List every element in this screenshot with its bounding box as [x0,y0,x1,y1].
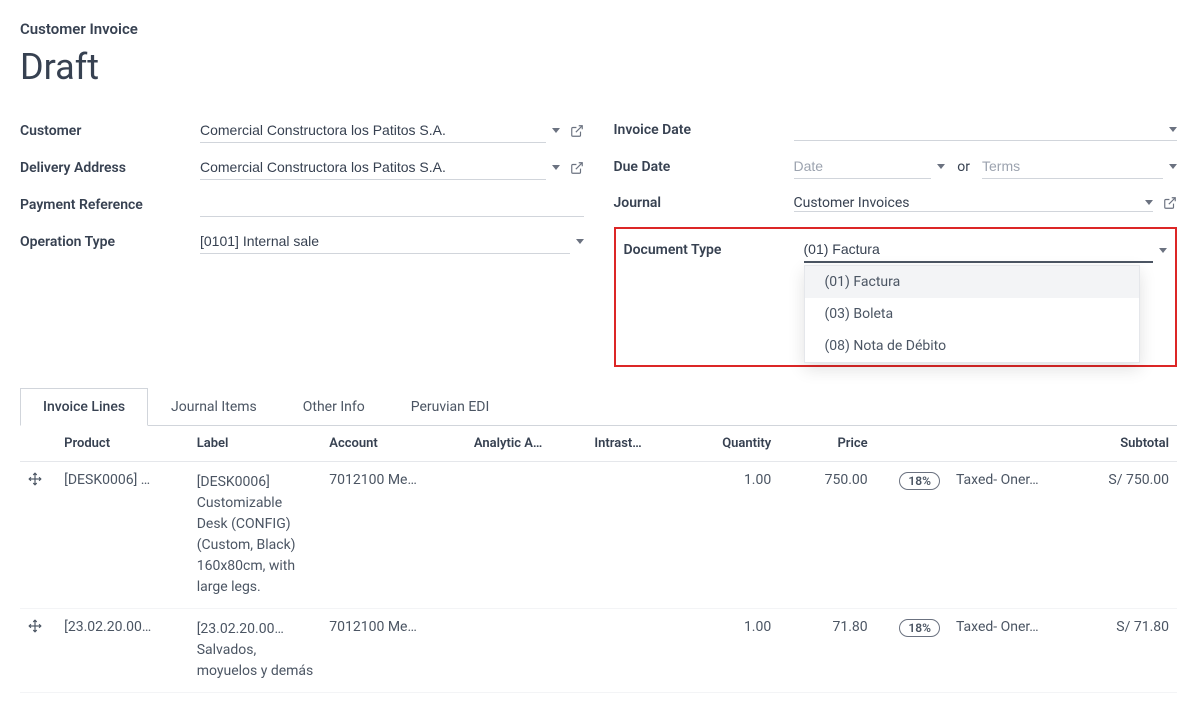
chevron-down-icon[interactable] [552,128,560,133]
th-taxed [948,426,1081,462]
payment-reference-row: Payment Reference [20,192,584,217]
th-account: Account [321,426,466,462]
chevron-down-icon[interactable] [1169,164,1177,169]
cell-product: [23.02.20.00… [64,619,151,635]
or-text: or [957,159,970,175]
operation-type-label: Operation Type [20,234,200,250]
chevron-down-icon[interactable] [937,164,945,169]
tax-badge: 18% [899,619,940,637]
form-col-left: Customer Delivery Address Payment Refere… [20,118,584,367]
cell-analytic [466,462,587,609]
cell-taxed: Taxed- Oner… [956,472,1039,488]
dropdown-option[interactable]: (08) Nota de Débito [805,330,1140,362]
cell-product: [DESK0006] … [64,472,150,488]
cell-label: [DESK0006] Customizable Desk (CONFIG) (C… [189,462,322,609]
external-link-icon[interactable] [570,161,584,175]
cell-account: 7012100 Me… [329,619,417,635]
customer-input[interactable] [200,118,546,143]
operation-type-row: Operation Type [20,229,584,254]
due-date-row: Due Date or [614,154,1178,179]
tab-peruvian-edi[interactable]: Peruvian EDI [388,388,513,426]
document-type-dropdown: (01) Factura (03) Boleta (08) Nota de Dé… [804,265,1141,363]
cell-subtotal: S/ 71.80 [1081,609,1177,693]
tab-invoice-lines[interactable]: Invoice Lines [20,388,148,426]
th-intrastat: Intrast… [586,426,682,462]
invoice-date-label: Invoice Date [614,122,794,138]
form-grid: Customer Delivery Address Payment Refere… [20,118,1177,367]
th-analytic: Analytic A… [466,426,587,462]
chevron-down-icon[interactable] [1159,248,1167,253]
cell-quantity: 1.00 [683,609,779,693]
th-product: Product [56,426,189,462]
drag-handle-icon[interactable] [20,609,56,693]
th-tax [876,426,948,462]
document-type-highlight: Document Type (01) Factura (03) Boleta (… [614,227,1178,367]
tab-other-info[interactable]: Other Info [280,388,388,426]
invoice-date-row: Invoice Date [614,118,1178,142]
table-row[interactable]: [23.02.20.00… [23.02.20.00… Salvados, mo… [20,609,1177,693]
tabs: Invoice Lines Journal Items Other Info P… [20,387,1177,426]
chevron-down-icon[interactable] [1169,127,1177,132]
th-label: Label [189,426,322,462]
th-subtotal: Subtotal [1081,426,1177,462]
customer-label: Customer [20,123,200,139]
page-title: Customer Invoice [20,20,1177,38]
form-col-right: Invoice Date Due Date or Journal Custome… [614,118,1178,367]
cell-subtotal: S/ 750.00 [1081,462,1177,609]
due-date-label: Due Date [614,159,794,175]
due-date-input[interactable] [794,154,932,179]
dropdown-option[interactable]: (03) Boleta [805,298,1140,330]
operation-type-input[interactable] [200,229,570,254]
cell-intrastat [586,462,682,609]
journal-value[interactable]: Customer Invoices [794,195,1140,211]
customer-row: Customer [20,118,584,143]
external-link-icon[interactable] [570,124,584,138]
document-type-label: Document Type [624,242,804,258]
document-type-input[interactable] [804,237,1154,263]
delivery-address-row: Delivery Address [20,155,584,180]
tax-badge: 18% [899,472,940,490]
cell-price: 71.80 [779,609,875,693]
cell-intrastat [586,609,682,693]
cell-quantity: 1.00 [683,462,779,609]
external-link-icon[interactable] [1163,196,1177,210]
terms-input[interactable] [982,154,1163,179]
cell-taxed: Taxed- Oner… [956,619,1039,635]
chevron-down-icon[interactable] [1145,200,1153,205]
table-row[interactable]: [DESK0006] … [DESK0006] Customizable Des… [20,462,1177,609]
cell-label: [23.02.20.00… Salvados, moyuelos y demás [189,609,322,693]
th-price: Price [779,426,875,462]
chevron-down-icon[interactable] [552,165,560,170]
chevron-down-icon[interactable] [576,239,584,244]
delivery-address-input[interactable] [200,155,546,180]
tab-journal-items[interactable]: Journal Items [148,388,280,426]
th-quantity: Quantity [683,426,779,462]
invoice-lines-table: Product Label Account Analytic A… Intras… [20,426,1177,693]
journal-label: Journal [614,195,794,211]
dropdown-option[interactable]: (01) Factura [805,266,1140,298]
status-title: Draft [20,46,1177,88]
journal-row: Journal Customer Invoices [614,191,1178,215]
cell-price: 750.00 [779,462,875,609]
delivery-address-label: Delivery Address [20,160,200,176]
payment-reference-input[interactable] [200,192,584,217]
cell-analytic [466,609,587,693]
drag-handle-icon[interactable] [20,462,56,609]
cell-account: 7012100 Me… [329,472,417,488]
payment-reference-label: Payment Reference [20,197,200,213]
